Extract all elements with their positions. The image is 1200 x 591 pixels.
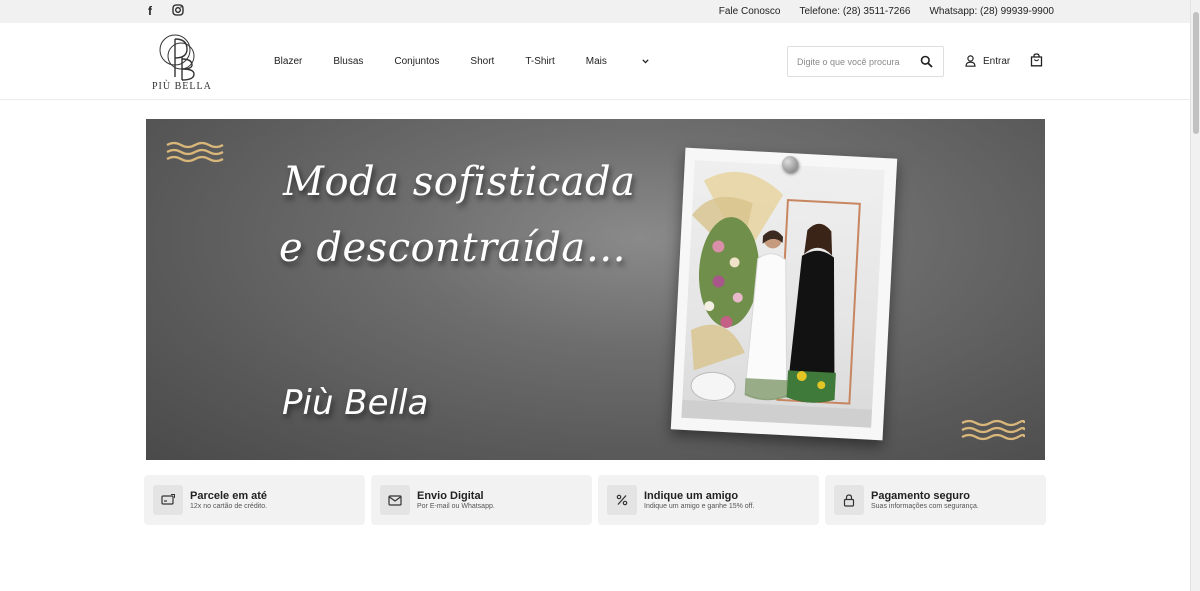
instagram-icon[interactable] [171,4,185,18]
nav-item-tshirt[interactable]: T-Shirt [525,56,554,67]
feature-title: Parcele em até [190,490,268,502]
contact-links: Fale Conosco Telefone: (28) 3511-7266 Wh… [719,6,1054,17]
features-row: Parcele em até 12x no cartão de crédito.… [144,475,1046,525]
feature-subtitle: Indique um amigo e ganhe 15% off. [644,503,755,510]
login-button[interactable]: Entrar [965,55,1010,67]
banner-headline-2: e descontraída… [279,225,627,271]
feature-subtitle: Por E-mail ou Whatsapp. [417,503,495,510]
feature-subtitle: Suas informações com segurança. [871,503,979,510]
chevron-down-icon [642,59,649,64]
whatsapp-link[interactable]: Whatsapp: (28) 99939-9900 [929,6,1054,17]
top-bar: f Fale Conosco Telefone: (28) 3511-7266 … [0,0,1190,23]
shopping-bag-icon[interactable] [1030,53,1043,67]
page: f Fale Conosco Telefone: (28) 3511-7266 … [0,0,1200,591]
user-icon [965,55,976,67]
feature-title: Envio Digital [417,490,484,502]
nav-item-blusas[interactable]: Blusas [333,56,363,67]
feature-card-referral: Indique um amigo Indique um amigo e ganh… [598,475,819,525]
feature-title: Pagamento seguro [871,490,971,502]
credit-card-icon [153,485,183,515]
search-input[interactable] [797,55,912,69]
banner-photo [670,147,898,441]
phone-link[interactable]: Telefone: (28) 3511-7266 [799,6,910,17]
search-icon[interactable] [920,55,933,68]
nav-item-conjuntos[interactable]: Conjuntos [394,56,439,67]
scrollbar[interactable] [1190,0,1200,591]
models-photo [681,160,885,428]
banner-headline-1: Moda sofisticada [283,159,636,205]
envelope-icon [380,485,410,515]
nav-item-short[interactable]: Short [470,56,494,67]
social-links: f [143,4,185,18]
logo-text: PIÙ BELLA [152,81,212,92]
feature-title: Indique um amigo [644,490,739,502]
waves-decoration-icon [961,419,1025,441]
banner-brand: Più Bella [282,383,429,423]
feature-card-secure: Pagamento seguro Suas informações com se… [825,475,1046,525]
facebook-icon[interactable]: f [143,4,157,18]
feature-card-installments: Parcele em até 12x no cartão de crédito. [144,475,365,525]
header: PIÙ BELLA Blazer Blusas Conjuntos Short … [0,23,1190,100]
hero-banner[interactable]: Moda sofisticada e descontraída… Più Bel… [146,119,1045,460]
waves-decoration-icon [166,141,224,163]
lock-icon [834,485,864,515]
feature-card-digital: Envio Digital Por E-mail ou Whatsapp. [371,475,592,525]
main-nav: Blazer Blusas Conjuntos Short T-Shirt Ma… [274,56,680,67]
search-box [787,46,944,77]
scrollbar-thumb[interactable] [1193,12,1199,134]
fale-conosco-link[interactable]: Fale Conosco [719,6,781,17]
nav-item-mais[interactable]: Mais [586,56,649,67]
feature-subtitle: 12x no cartão de crédito. [190,503,268,510]
login-label: Entrar [983,55,1011,67]
percent-icon [607,485,637,515]
pin-icon [782,156,798,172]
nav-item-mais-label: Mais [585,56,607,67]
nav-item-blazer[interactable]: Blazer [274,56,302,67]
